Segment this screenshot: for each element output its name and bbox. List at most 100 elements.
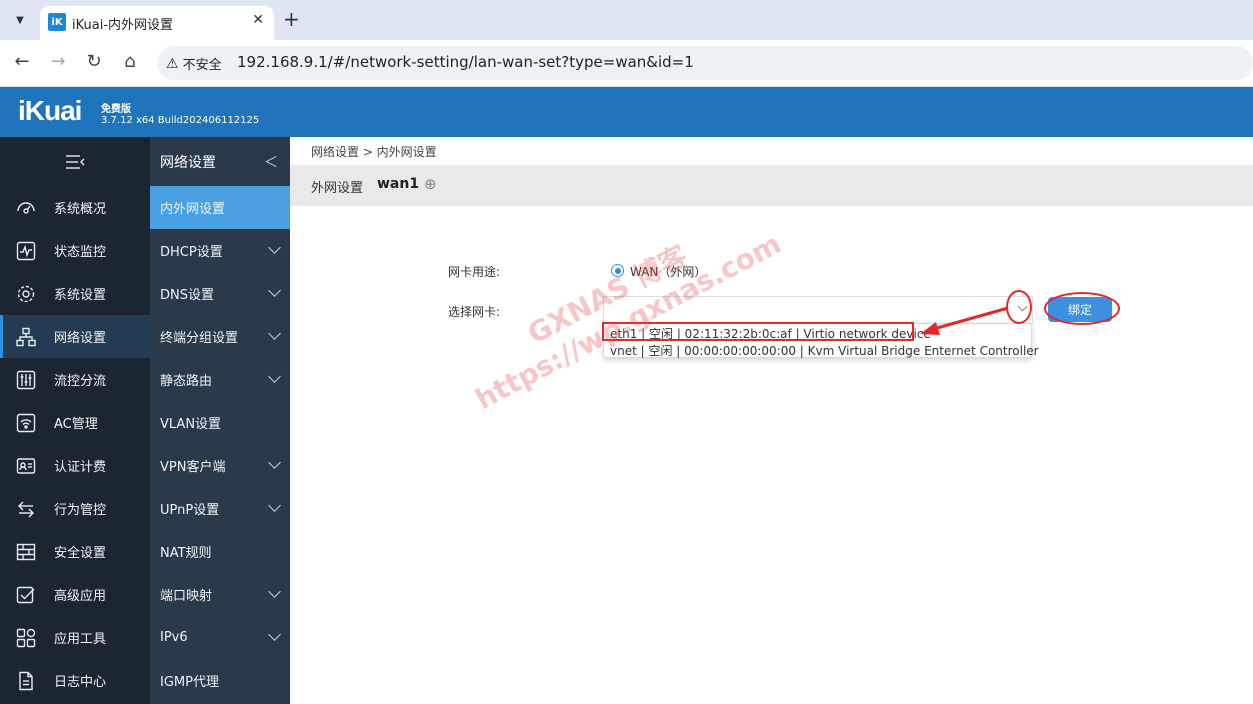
sidebar-item-label: 网络设置 <box>54 331 107 346</box>
subnav-item-2[interactable]: DNS设置 <box>150 272 290 315</box>
sidebar-item-7[interactable]: 行为管控 <box>0 487 150 530</box>
dashboard-icon <box>14 196 38 220</box>
sidebar-item-8[interactable]: 安全设置 <box>0 530 150 573</box>
sidebar-item-10[interactable]: 应用工具 <box>0 616 150 659</box>
home-icon[interactable]: ⌂ <box>118 51 142 72</box>
chevron-down-icon[interactable] <box>268 284 281 297</box>
sidebar-item-6[interactable]: 认证计费 <box>0 444 150 487</box>
add-circle-icon[interactable]: ⊕ <box>424 175 437 193</box>
app-header: iKuai 免费版 3.7.12 x64 Build202406112125 <box>0 87 1253 137</box>
select-nic-label: 选择网卡: <box>448 305 501 319</box>
page-title-name: wan1 <box>377 176 420 192</box>
subnav-item-label: 静态路由 <box>160 374 213 389</box>
url-text[interactable]: 192.168.9.1/#/network-setting/lan-wan-se… <box>237 53 694 71</box>
sidebar-item-label: 系统概况 <box>54 202 107 217</box>
page-title-label: 外网设置 <box>311 181 364 196</box>
new-tab-icon[interactable]: + <box>283 7 300 31</box>
chevron-down-icon[interactable] <box>268 628 281 641</box>
back-arrow-icon[interactable]: ← <box>10 51 34 72</box>
sidebar-item-11[interactable]: 日志中心 <box>0 659 150 702</box>
subnav-item-8[interactable]: NAT规则 <box>150 530 290 573</box>
tab-title: iKuai-内外网设置 <box>72 18 173 33</box>
nic-option-vnet[interactable]: vnet | 空闲 | 00:00:00:00:00:00 | Kvm Virt… <box>610 342 1039 359</box>
browser-tab[interactable]: iK iKuai-内外网设置 ✕ <box>40 6 274 40</box>
sidebar-item-1[interactable]: 状态监控 <box>0 229 150 272</box>
subnav-item-label: VPN客户端 <box>160 460 226 475</box>
sidebar-item-label: 日志中心 <box>54 675 107 690</box>
subnav-item-7[interactable]: UPnP设置 <box>150 487 290 530</box>
subnav-item-label: 端口映射 <box>160 589 213 604</box>
favicon-icon: iK <box>48 13 66 31</box>
ikuai-logo: iKuai <box>18 95 82 126</box>
apps-icon <box>14 626 38 650</box>
main-content: 网络设置 > 内外网设置 外网设置 wan1 ⊕ 网卡用途: WAN（外网） 选… <box>290 137 1253 704</box>
subnav-item-1[interactable]: DHCP设置 <box>150 229 290 272</box>
version-label: 3.7.12 x64 Build202406112125 <box>101 115 260 126</box>
subnav-item-10[interactable]: IPv6 <box>150 616 290 659</box>
chevron-down-icon[interactable] <box>268 499 281 512</box>
sidebar-item-5[interactable]: AC管理 <box>0 401 150 444</box>
sidebar-item-3[interactable]: 网络设置 <box>0 315 150 358</box>
primary-sidebar: 系统概况状态监控系统设置网络设置流控分流 AC管理认证计费行为管控安全设置高级应用… <box>0 137 150 704</box>
address-bar[interactable]: ⚠ 不安全 192.168.9.1/#/network-setting/lan-… <box>157 46 1253 80</box>
network-icon <box>14 325 38 349</box>
annotation-arrow <box>920 306 1009 335</box>
security-warning[interactable]: ⚠ 不安全 <box>166 54 222 74</box>
sidebar-item-9[interactable]: 高级应用 <box>0 573 150 616</box>
secondary-sidebar-header: 网络设置 ＜ <box>150 137 290 186</box>
chevron-down-icon[interactable] <box>268 585 281 598</box>
sidebar-item-label: 流控分流 <box>54 374 107 389</box>
sidebar-item-0[interactable]: 系统概况 <box>0 186 150 229</box>
id-card-icon <box>14 454 38 478</box>
page-title-bar: 外网设置 wan1 ⊕ <box>290 165 1253 206</box>
subnav-item-3[interactable]: 终端分组设置 <box>150 315 290 358</box>
subnav-item-label: DNS设置 <box>160 288 214 303</box>
wifi-icon <box>14 411 38 435</box>
warning-triangle-icon: ⚠ <box>166 55 179 72</box>
sidebar-item-label: 系统设置 <box>54 288 107 303</box>
sliders-icon <box>14 368 38 392</box>
sidebar-collapse-icon[interactable] <box>0 137 150 186</box>
sidebar-item-label: AC管理 <box>54 417 98 432</box>
sidebar-item-label: 状态监控 <box>54 245 107 260</box>
chevron-down-icon[interactable] <box>268 456 281 469</box>
breadcrumb: 网络设置 > 内外网设置 <box>311 145 437 159</box>
secondary-sidebar-title: 网络设置 <box>160 154 216 171</box>
chevron-down-icon[interactable] <box>268 370 281 383</box>
sidebar-item-label: 应用工具 <box>54 632 107 647</box>
check-box-icon <box>14 583 38 607</box>
subnav-item-label: UPnP设置 <box>160 503 220 518</box>
subnav-item-9[interactable]: 端口映射 <box>150 573 290 616</box>
sidebar-item-label: 高级应用 <box>54 589 107 604</box>
sidebar-item-4[interactable]: 流控分流 <box>0 358 150 401</box>
sidebar-item-2[interactable]: 系统设置 <box>0 272 150 315</box>
monitor-icon <box>14 239 38 263</box>
gear-icon <box>14 282 38 306</box>
subnav-item-6[interactable]: VPN客户端 <box>150 444 290 487</box>
forward-arrow-icon[interactable]: → <box>46 51 70 72</box>
subnav-item-4[interactable]: 静态路由 <box>150 358 290 401</box>
firewall-icon <box>14 540 38 564</box>
document-icon <box>14 669 38 693</box>
collapse-chevron-left-icon[interactable]: ＜ <box>264 152 278 172</box>
subnav-item-label: NAT规则 <box>160 546 212 561</box>
subnav-item-label: VLAN设置 <box>160 417 222 432</box>
reload-icon[interactable]: ↻ <box>82 51 106 72</box>
subnav-item-11[interactable]: IGMP代理 <box>150 659 290 702</box>
chevron-down-icon[interactable] <box>268 241 281 254</box>
subnav-item-label: IGMP代理 <box>160 675 219 690</box>
annotation-circle-bind <box>1044 292 1120 325</box>
chevron-down-icon[interactable] <box>268 327 281 340</box>
tab-list-chevron-icon[interactable]: ▼ <box>9 9 31 31</box>
tab-close-icon[interactable]: ✕ <box>252 12 264 28</box>
subnav-item-label: DHCP设置 <box>160 245 223 260</box>
arrows-icon <box>14 497 38 521</box>
browser-nav-bar: ← → ↻ ⌂ ⚠ 不安全 192.168.9.1/#/network-sett… <box>0 40 1253 87</box>
subnav-item-label: 内外网设置 <box>160 202 226 217</box>
subnav-item-5[interactable]: VLAN设置 <box>150 401 290 444</box>
subnav-item-0[interactable]: 内外网设置 <box>150 186 290 229</box>
secondary-sidebar: 网络设置 ＜ 内外网设置 DHCP设置 DNS设置终端分组设置静态路由 VLAN设置 V… <box>150 137 290 704</box>
security-warning-label: 不安全 <box>182 58 222 73</box>
sidebar-item-label: 行为管控 <box>54 503 107 518</box>
subnav-item-label: IPv6 <box>160 630 188 645</box>
